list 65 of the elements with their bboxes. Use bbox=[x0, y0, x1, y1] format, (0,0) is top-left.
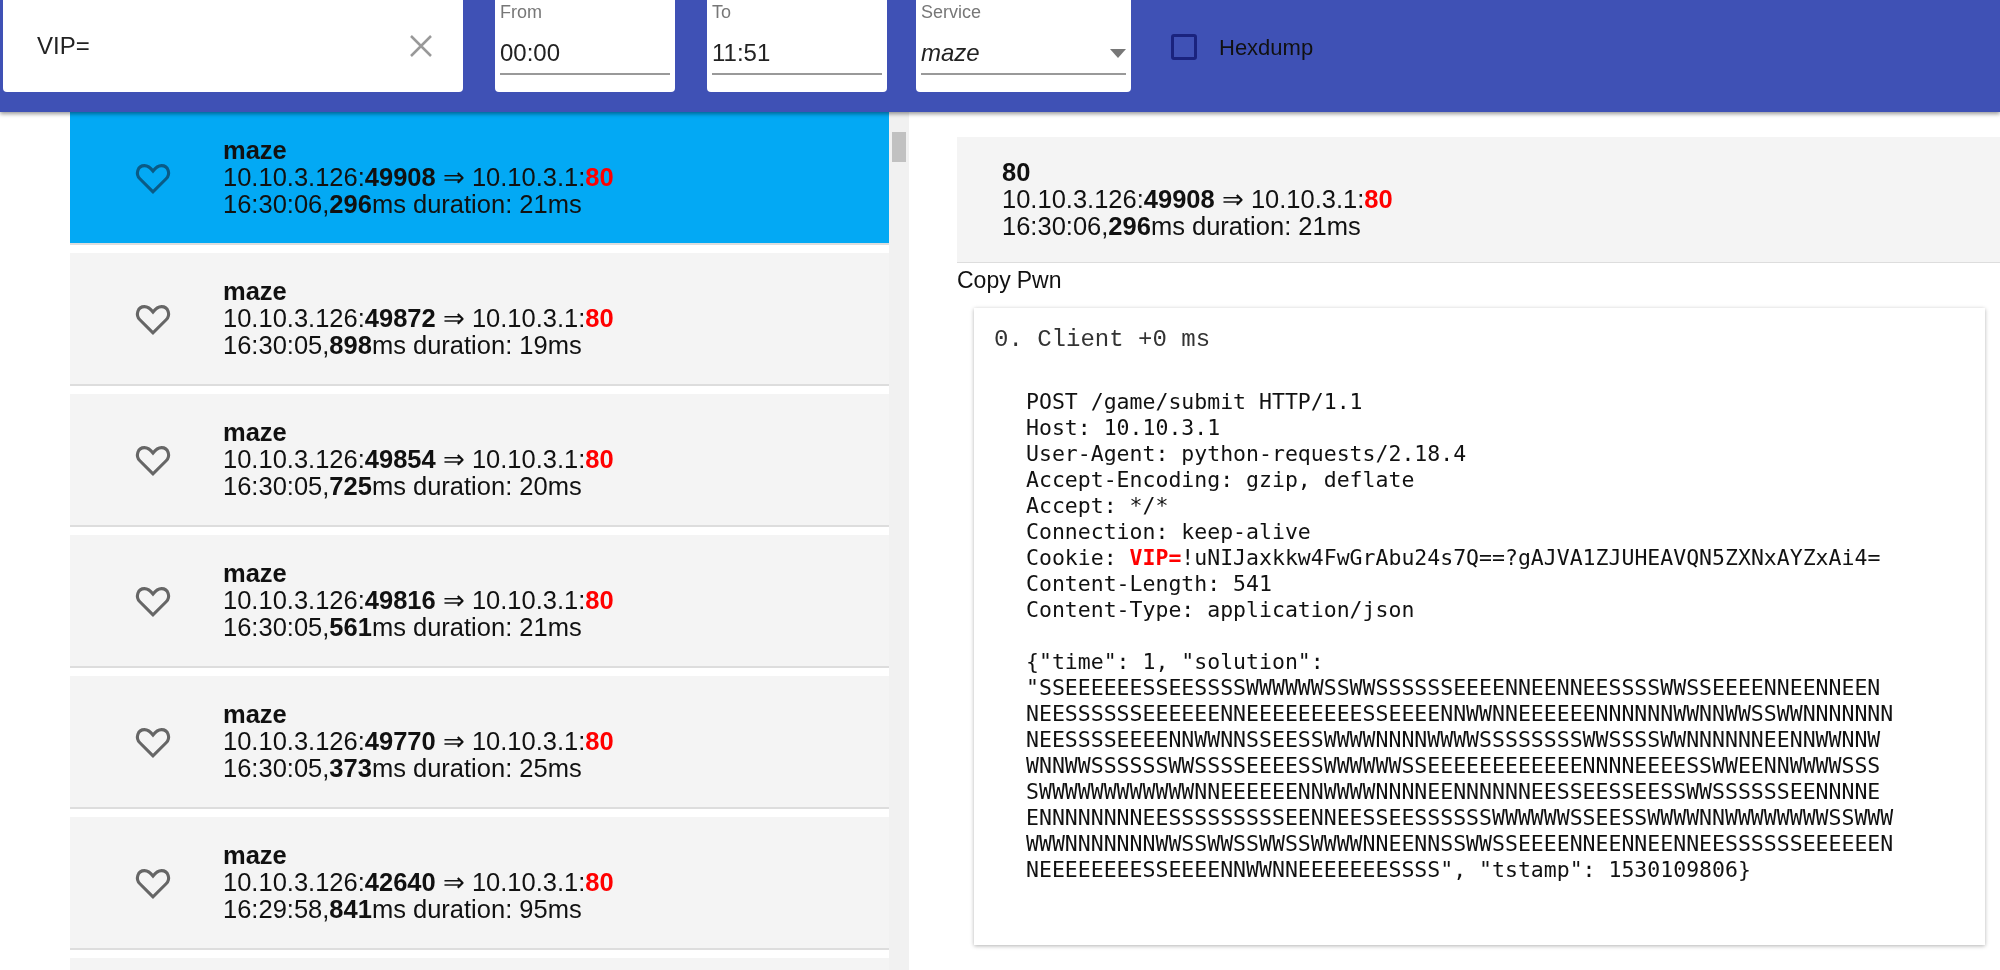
scrollbar[interactable] bbox=[889, 112, 909, 970]
flow-item[interactable]: maze 10.10.3.126:42640 ⇒ 10.10.3.1:80 16:29:58,841ms duration: 95ms bbox=[70, 817, 889, 950]
code-line: NEESSSSEEEENNWWNNSSEESSWWWWNNNNWWWWSSSSSSSSWWSSSSWWNNNNNNEENNWWNNW bbox=[1026, 727, 1882, 753]
connection-address: 10.10.3.126:42640 ⇒ 10.10.3.1: bbox=[223, 868, 586, 896]
code-line: NEEEEEEEESSEEEENNWWNNEEEEEEESSSS", "tstamp": 1530109806} bbox=[1026, 857, 1752, 883]
connection-address: 10.10.3.126:49854 ⇒ 10.10.3.1: bbox=[223, 445, 586, 473]
code-line: User-Agent: python-requests/2.18.4 bbox=[1026, 441, 1468, 467]
destination-port: 80 bbox=[585, 163, 614, 191]
flow-timing: 16:30:05,898ms duration: 19ms bbox=[223, 332, 583, 359]
to-field[interactable]: To 11:51 bbox=[707, 0, 887, 92]
search-field[interactable]: VIP= bbox=[3, 0, 463, 92]
hexdump-checkbox[interactable] bbox=[1171, 34, 1197, 60]
destination-port: 80 bbox=[1364, 185, 1393, 213]
code-line: Content-Type: application/json bbox=[1026, 597, 1416, 623]
caret-icon bbox=[1110, 48, 1126, 58]
connection-address: 10.10.3.126:49770 ⇒ 10.10.3.1: bbox=[223, 727, 586, 755]
code-line: Content-Length: 541 bbox=[1026, 571, 1273, 597]
code-line: POST /game/submit HTTP/1.1 bbox=[1026, 389, 1364, 415]
destination-port: 80 bbox=[585, 868, 614, 896]
service-name: maze bbox=[223, 560, 288, 587]
flow-timing: 16:29:58,841ms duration: 95ms bbox=[223, 896, 583, 923]
destination-port: 80 bbox=[585, 445, 614, 473]
flow-timing: 16:30:06,296ms duration: 21ms bbox=[1002, 213, 1362, 240]
code-line: SWWWWWWWWWWWWNNEEEEEENNWWWWNNNNEENNNNNNEESSEESSEESSWWSSSSSSEENNNNE bbox=[1026, 779, 1882, 805]
connection-address: 10.10.3.126:49816 ⇒ 10.10.3.1: bbox=[223, 586, 586, 614]
code-line: WWWNNNNNNNWWSSWWSSWWSSWWWWNNEENNSSWWSSEEEENNEENNEENNEESSSSSSEEEEEEN bbox=[1026, 831, 1895, 857]
code-line: ENNNNNNNNEESSSSSSSSSEENNEESSEESSSSSSWWWWWWSSEESSWWWWNNWWWWWWWWSSWWW bbox=[1026, 805, 1895, 831]
flow-item[interactable]: maze 10.10.3.126:49872 ⇒ 10.10.3.1:80 16:30:05,898ms duration: 19ms bbox=[70, 253, 889, 386]
flow-item[interactable]: maze 10.10.3.126:49770 ⇒ 10.10.3.1:80 16:30:05,373ms duration: 25ms bbox=[70, 676, 889, 809]
code-line: {"time": 1, "solution": bbox=[1026, 649, 1325, 675]
code-line: "SSEEEEEESSEESSSSWWWWWWSSWWSSSSSSEEEENNEENNEESSSSWWSSEEEENNEENNEEN bbox=[1026, 675, 1882, 701]
flow-item[interactable]: maze 10.10.3.126:49908 ⇒ 10.10.3.1:80 16:30:06,296ms duration: 21ms bbox=[70, 112, 889, 245]
connection-address: 10.10.3.126:49872 ⇒ 10.10.3.1: bbox=[223, 304, 586, 332]
flow-item[interactable]: maze 10.10.3.126:49816 ⇒ 10.10.3.1:80 16:30:05,561ms duration: 21ms bbox=[70, 535, 889, 668]
code-line: Accept: */* bbox=[1026, 493, 1170, 519]
flow-timing: 16:30:05,725ms duration: 20ms bbox=[223, 473, 583, 500]
service-name: maze bbox=[223, 137, 288, 164]
code-line: Connection: keep-alive bbox=[1026, 519, 1312, 545]
service-name: maze bbox=[223, 701, 288, 728]
code-line: Accept-Encoding: gzip, deflate bbox=[1026, 467, 1416, 493]
hexdump-label: Hexdump bbox=[1219, 35, 1314, 61]
destination-port: 80 bbox=[585, 304, 614, 332]
close-icon[interactable] bbox=[409, 34, 433, 58]
connection-address: 10.10.3.126:49908 ⇒ 10.10.3.1: bbox=[223, 163, 586, 191]
flow-item[interactable]: maze 10.10.3.126:49854 ⇒ 10.10.3.1:80 16:30:05,725ms duration: 20ms bbox=[70, 394, 889, 527]
service-name: maze bbox=[223, 842, 288, 869]
code-line: WNNWWSSSSSSWWSSSSEEEESSWWWWWWSSEEEEEEEEEEEENNNNEEEESSWWEENNWWWWSSS bbox=[1026, 753, 1882, 779]
code-line: NEESSSSSSEEEEEENNEEEEEEEEESSEEEENNWWNNEEEEEENNNNNNWWNNWWSSWWNNNNNNN bbox=[1026, 701, 1895, 727]
flow-timing: 16:30:05,373ms duration: 25ms bbox=[223, 755, 583, 782]
from-field[interactable]: From 00:00 bbox=[495, 0, 675, 92]
code-line: Cookie: VIP=!uNIJaxkkw4FwGrAbu24s7Q==?gAJVA1ZJUHEAVQN5ZXNxAYZxAi4= bbox=[1026, 545, 1882, 571]
flow-timing: 16:30:05,561ms duration: 21ms bbox=[223, 614, 583, 641]
code-line: Host: 10.10.3.1 bbox=[1026, 415, 1222, 441]
search-value: VIP= bbox=[37, 32, 90, 60]
action-link[interactable]: Pwn bbox=[1016, 267, 1062, 294]
service-dropdown[interactable]: Service maze bbox=[916, 0, 1131, 92]
action-link[interactable]: Copy bbox=[957, 267, 1011, 294]
flow-timing: 16:30:06,296ms duration: 21ms bbox=[223, 191, 583, 218]
message-title: 0. Client +0 ms bbox=[994, 326, 1212, 353]
destination-port: 80 bbox=[585, 727, 614, 755]
connection-address: 10.10.3.126:49908 ⇒ 10.10.3.1: bbox=[1002, 185, 1365, 213]
destination-port: 80 bbox=[585, 586, 614, 614]
flow-title: 80 bbox=[1002, 159, 1032, 186]
service-name: maze bbox=[223, 278, 288, 305]
service-name: maze bbox=[223, 419, 288, 446]
